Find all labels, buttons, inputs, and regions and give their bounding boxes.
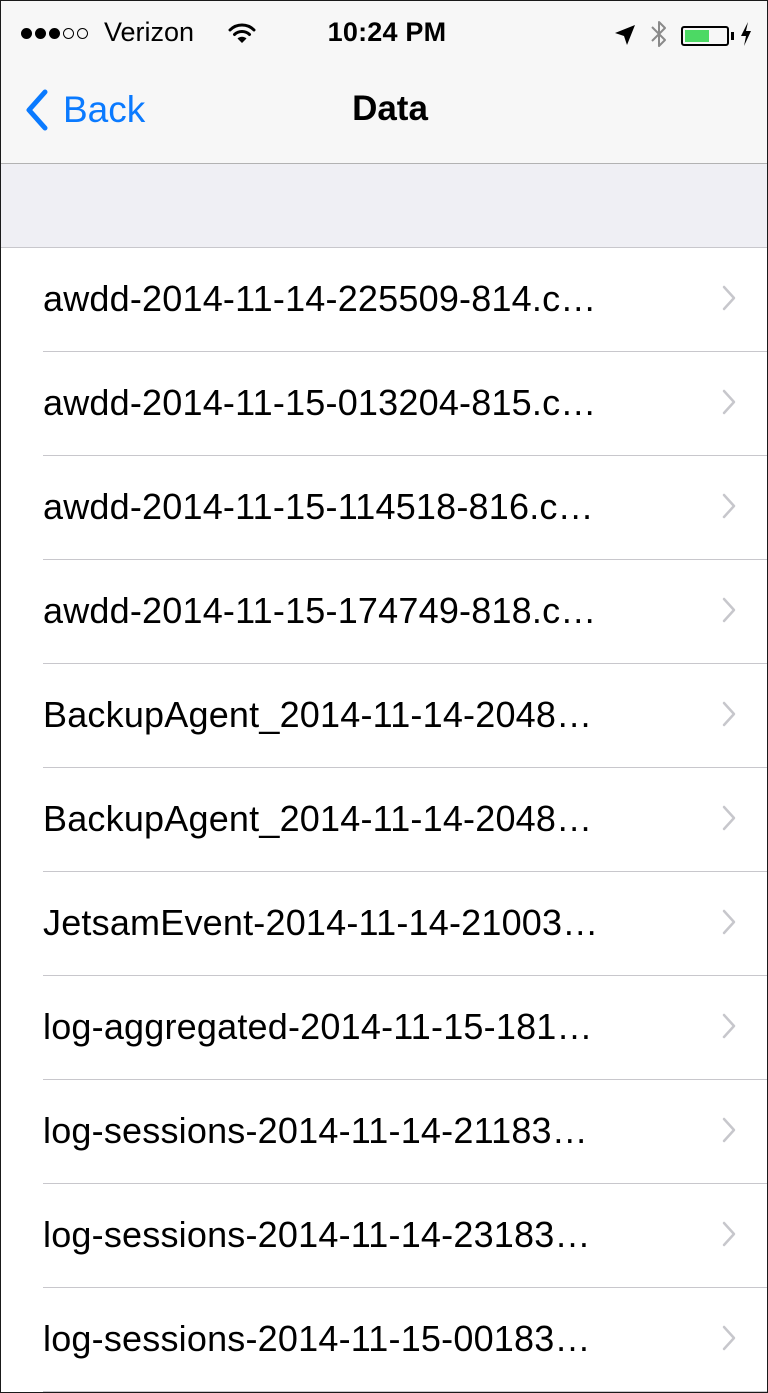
list-item[interactable]: BackupAgent_2014-11-14-2048… xyxy=(1,664,767,768)
file-name-label: awdd-2014-11-14-225509-814.c… xyxy=(43,278,597,319)
location-arrow-icon xyxy=(615,25,635,45)
file-name-label: BackupAgent_2014-11-14-2048… xyxy=(43,694,593,735)
file-name-label: awdd-2014-11-15-013204-815.c… xyxy=(43,382,597,423)
file-name-label: BackupAgent_2014-11-14-2048… xyxy=(43,798,593,839)
chevron-right-icon xyxy=(722,701,736,727)
list-item[interactable]: log-aggregated-2014-11-15-181… xyxy=(1,976,767,1080)
bluetooth-icon xyxy=(651,21,666,47)
page-title: Data xyxy=(352,89,428,128)
file-name-label: awdd-2014-11-15-114518-816.c… xyxy=(43,486,594,527)
list-item[interactable]: BackupAgent_2014-11-14-2048… xyxy=(1,768,767,872)
list-item[interactable]: awdd-2014-11-15-013204-815.c… xyxy=(1,352,767,456)
list-item[interactable]: awdd-2014-11-14-225509-814.c… xyxy=(1,248,767,352)
top-bar: Verizon 10:24 PM Back Data xyxy=(1,1,767,164)
file-name-label: awdd-2014-11-15-174749-818.c… xyxy=(43,590,597,631)
status-bar: Verizon 10:24 PM xyxy=(1,1,767,67)
file-name-label: log-sessions-2014-11-14-21183… xyxy=(43,1110,588,1151)
list-item[interactable]: log-sessions-2014-11-15-00183… xyxy=(1,1288,767,1392)
list-item[interactable]: awdd-2014-11-15-114518-816.c… xyxy=(1,456,767,560)
chevron-right-icon xyxy=(722,1117,736,1143)
chevron-right-icon xyxy=(722,1013,736,1039)
file-name-label: JetsamEvent-2014-11-14-21003… xyxy=(43,902,599,943)
file-name-label: log-aggregated-2014-11-15-181… xyxy=(43,1006,593,1047)
list-item[interactable]: JetsamEvent-2014-11-14-21003… xyxy=(1,872,767,976)
chevron-right-icon xyxy=(722,909,736,935)
status-time: 10:24 PM xyxy=(327,17,447,47)
chevron-right-icon xyxy=(722,597,736,623)
chevron-right-icon xyxy=(722,493,736,519)
chevron-right-icon xyxy=(722,389,736,415)
battery-tip xyxy=(731,32,734,40)
file-name-label: log-sessions-2014-11-14-23183… xyxy=(43,1214,591,1255)
phone-screen: Verizon 10:24 PM Back Data awdd-2014-11-… xyxy=(0,0,768,1393)
chevron-right-icon xyxy=(722,805,736,831)
charging-bolt-icon xyxy=(741,22,751,46)
list-item[interactable]: log-sessions-2014-11-14-21183… xyxy=(1,1080,767,1184)
navigation-bar: Back Data xyxy=(1,67,767,163)
chevron-right-icon xyxy=(722,285,736,311)
battery-level-fill xyxy=(685,30,709,42)
file-name-label: log-sessions-2014-11-15-00183… xyxy=(43,1318,591,1359)
section-header xyxy=(1,164,767,248)
chevron-right-icon xyxy=(722,1221,736,1247)
file-list: awdd-2014-11-14-225509-814.c… awdd-2014-1… xyxy=(1,248,767,1392)
list-item[interactable]: log-sessions-2014-11-14-23183… xyxy=(1,1184,767,1288)
battery-icon xyxy=(681,26,729,46)
chevron-right-icon xyxy=(722,1325,736,1351)
list-item[interactable]: awdd-2014-11-15-174749-818.c… xyxy=(1,560,767,664)
